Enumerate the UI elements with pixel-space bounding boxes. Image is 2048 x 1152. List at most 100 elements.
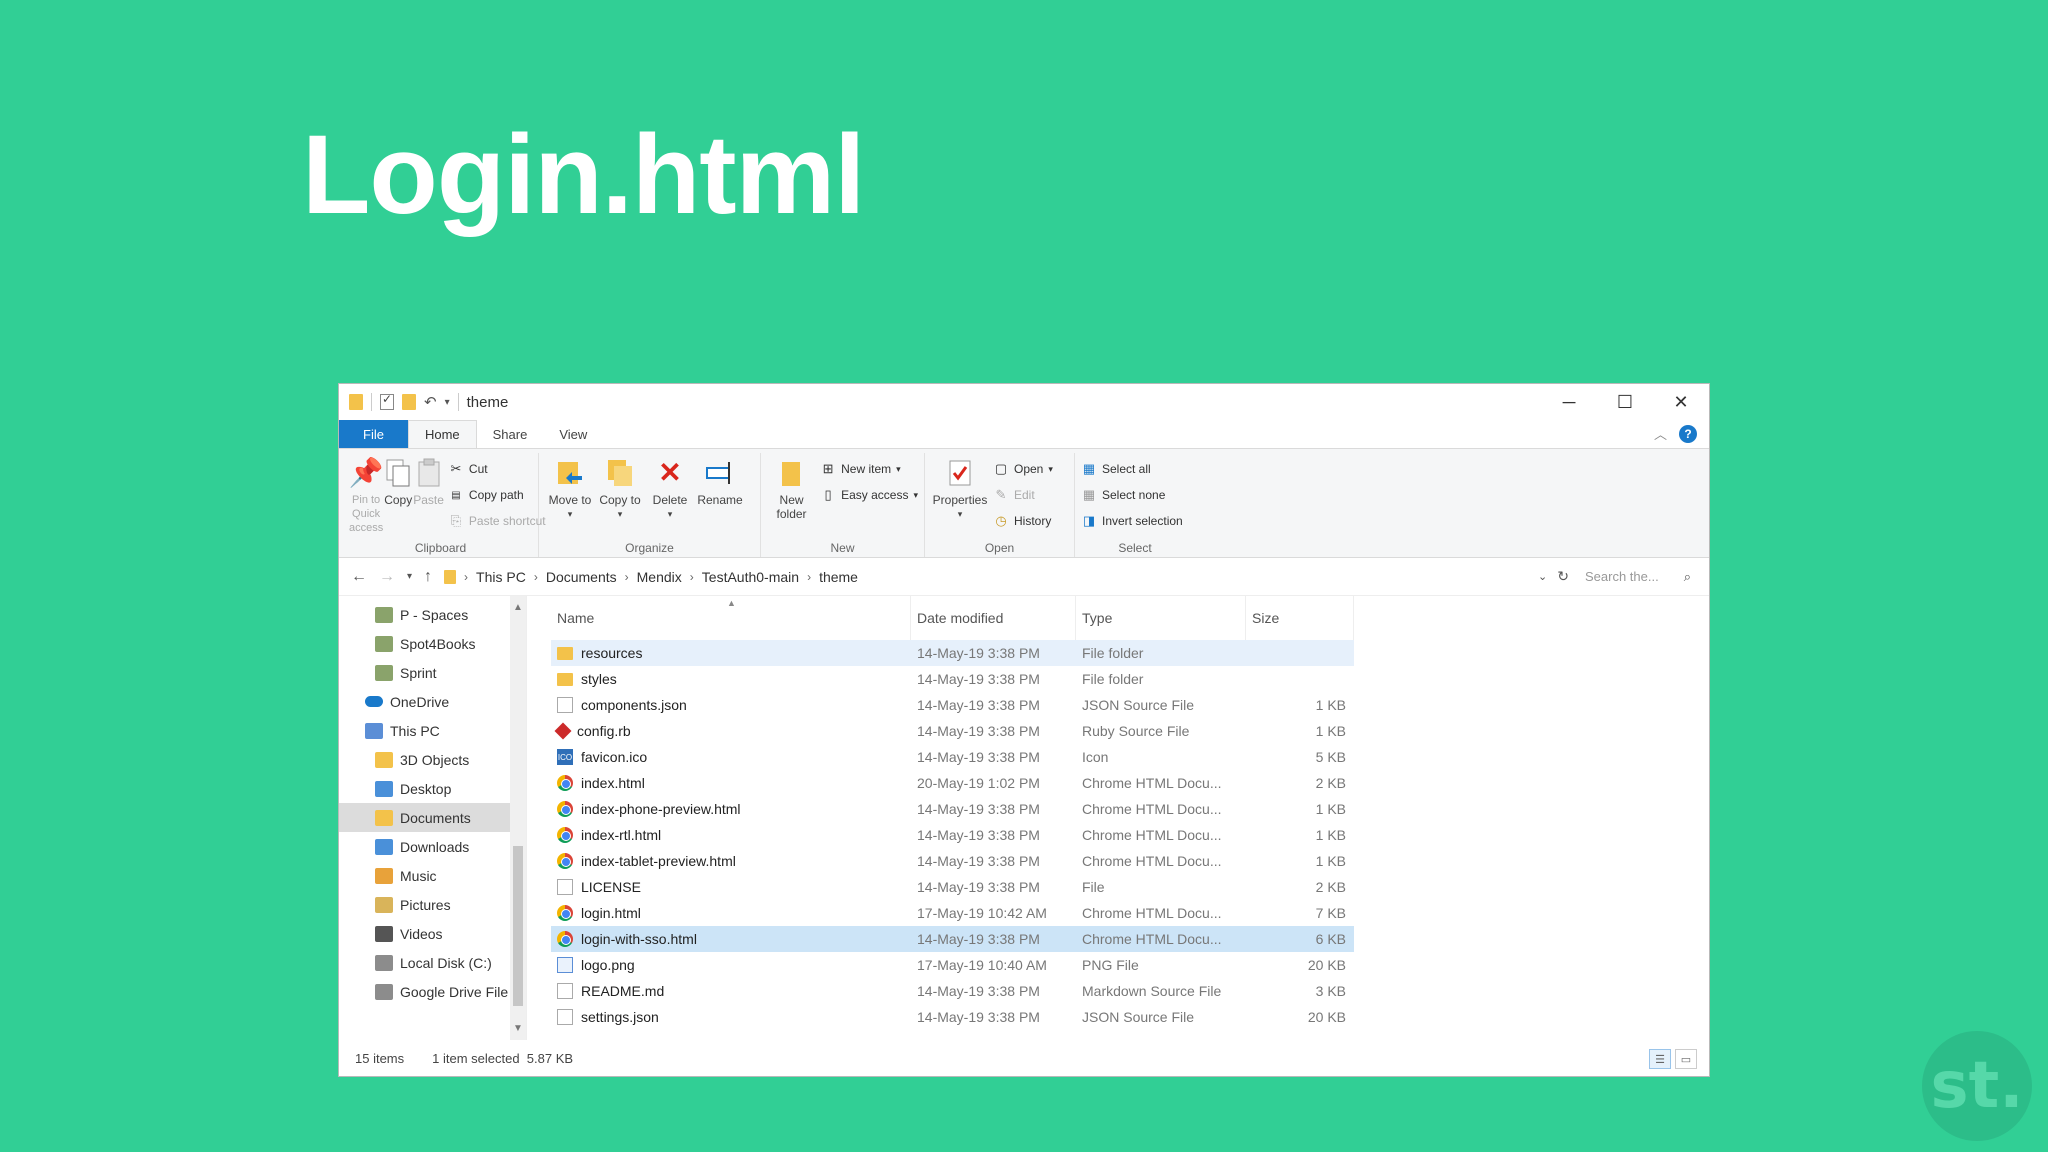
file-row[interactable]: styles 14-May-19 3:38 PM File folder xyxy=(551,666,1354,692)
refresh-icon[interactable]: ↻ xyxy=(1557,568,1569,585)
collapse-ribbon-icon[interactable]: ︿ xyxy=(1654,424,1667,443)
move-to-icon xyxy=(555,457,585,489)
copy-path-icon: ▤ xyxy=(451,489,461,501)
scroll-up-icon[interactable]: ▲ xyxy=(513,602,523,613)
nav-item-videos[interactable]: Videos xyxy=(339,919,526,948)
history-button[interactable]: ◷ History xyxy=(993,511,1053,531)
file-name: styles xyxy=(581,671,617,687)
file-row[interactable]: README.md 14-May-19 3:38 PM Markdown Sourc… xyxy=(551,978,1354,1004)
column-header-date[interactable]: Date modified xyxy=(911,596,1076,640)
file-row[interactable]: resources 14-May-19 3:38 PM File folder xyxy=(551,640,1354,666)
nav-item-p-spaces[interactable]: P - Spaces xyxy=(339,600,526,629)
minimize-button[interactable]: ─ xyxy=(1541,384,1597,420)
properties-quick-icon[interactable] xyxy=(380,392,394,410)
undo-icon[interactable]: ↶ xyxy=(424,393,437,411)
nav-item-google-drive-file[interactable]: Google Drive File xyxy=(339,977,526,1006)
cut-button[interactable]: ✂ Cut xyxy=(448,459,546,479)
file-row[interactable]: index-tablet-preview.html 14-May-19 3:38 … xyxy=(551,848,1354,874)
file-row[interactable]: login.html 17-May-19 10:42 AM Chrome HTML … xyxy=(551,900,1354,926)
nav-item-local-disk-c[interactable]: Local Disk (C:) xyxy=(339,948,526,977)
drive-icon xyxy=(375,983,393,1000)
maximize-button[interactable]: ☐ xyxy=(1597,384,1653,420)
column-header-size[interactable]: Size xyxy=(1246,596,1354,640)
file-row[interactable]: logo.png 17-May-19 10:40 AM PNG File 20 KB xyxy=(551,952,1354,978)
nav-item-documents[interactable]: Documents xyxy=(339,803,526,832)
paste-shortcut-button[interactable]: ⎘ Paste shortcut xyxy=(448,511,546,531)
tab-share[interactable]: Share xyxy=(477,420,544,448)
file-date: 14-May-19 3:38 PM xyxy=(917,801,1040,817)
file-name: LICENSE xyxy=(581,879,641,895)
file-date: 14-May-19 3:38 PM xyxy=(917,983,1040,999)
document-icon xyxy=(557,697,573,713)
file-size: 6 KB xyxy=(1315,931,1346,947)
new-item-icon: ⊞ xyxy=(822,461,834,476)
search-input[interactable]: Search the... ⌕ xyxy=(1579,564,1697,590)
back-arrow-icon[interactable]: ← xyxy=(351,568,367,586)
file-type: Chrome HTML Docu... xyxy=(1082,931,1222,947)
nav-scrollbar[interactable]: ▲ ▼ xyxy=(510,596,526,1040)
drive-icon xyxy=(375,954,393,971)
tab-file[interactable]: File xyxy=(339,420,408,448)
tab-view[interactable]: View xyxy=(543,420,603,448)
new-folder-quick-icon[interactable] xyxy=(402,394,416,410)
folder-icon xyxy=(375,809,393,826)
nav-item-3d-objects[interactable]: 3D Objects xyxy=(339,745,526,774)
column-header-type[interactable]: Type xyxy=(1076,596,1246,640)
file-row[interactable]: login-with-sso.html 14-May-19 3:38 PM Chro… xyxy=(551,926,1354,952)
new-item-button[interactable]: ⊞ New item ▾ xyxy=(820,459,918,479)
invert-selection-button[interactable]: ◨ Invert selection xyxy=(1081,511,1183,531)
file-date: 14-May-19 3:38 PM xyxy=(917,723,1040,739)
file-row[interactable]: index-phone-preview.html 14-May-19 3:38 P… xyxy=(551,796,1354,822)
nav-scrollbar-thumb[interactable] xyxy=(513,846,523,1006)
document-icon xyxy=(557,983,573,999)
details-view-button[interactable]: ☰ xyxy=(1649,1049,1671,1069)
nav-item-pictures[interactable]: Pictures xyxy=(339,890,526,919)
nav-item-spot4books[interactable]: Spot4Books xyxy=(339,629,526,658)
copy-path-button[interactable]: ▤ Copy path xyxy=(448,485,546,505)
breadcrumb[interactable]: › This PC › Documents › Mendix › TestAut… xyxy=(444,569,1526,585)
recent-locations-icon[interactable]: ▾ xyxy=(407,571,412,582)
forward-arrow-icon[interactable]: → xyxy=(379,568,395,586)
file-row[interactable]: components.json 14-May-19 3:38 PM JSON Sou… xyxy=(551,692,1354,718)
large-icons-view-button[interactable]: ▭ xyxy=(1675,1049,1697,1069)
open-icon: ▢ xyxy=(994,461,1008,476)
nav-item-sprint[interactable]: Sprint xyxy=(339,658,526,687)
open-button[interactable]: ▢ Open ▾ xyxy=(993,459,1053,479)
help-icon[interactable]: ? xyxy=(1679,424,1697,443)
crumb-theme[interactable]: theme xyxy=(819,569,858,585)
select-all-button[interactable]: ▦ Select all xyxy=(1081,459,1183,479)
crumb-testauth0-main[interactable]: TestAuth0-main xyxy=(702,569,799,585)
nav-item-desktop[interactable]: Desktop xyxy=(339,774,526,803)
file-row[interactable]: index-rtl.html 14-May-19 3:38 PM Chrome HT… xyxy=(551,822,1354,848)
file-row[interactable]: LICENSE 14-May-19 3:38 PM File 2 KB xyxy=(551,874,1354,900)
nav-item-this-pc[interactable]: This PC xyxy=(339,716,526,745)
crumb-this-pc[interactable]: This PC xyxy=(476,569,526,585)
file-date: 14-May-19 3:38 PM xyxy=(917,931,1040,947)
file-row[interactable]: config.rb 14-May-19 3:38 PM Ruby Source Fi… xyxy=(551,718,1354,744)
select-none-button[interactable]: ▦ Select none xyxy=(1081,485,1183,505)
edit-button[interactable]: ✎ Edit xyxy=(993,485,1053,505)
close-button[interactable]: ✕ xyxy=(1653,384,1709,420)
file-row[interactable]: index.html 20-May-19 1:02 PM Chrome HTML D… xyxy=(551,770,1354,796)
customize-quick-access-icon[interactable]: ▾ xyxy=(445,397,450,408)
nav-item-music[interactable]: Music xyxy=(339,861,526,890)
crumb-mendix[interactable]: Mendix xyxy=(637,569,682,585)
file-date: 17-May-19 10:42 AM xyxy=(917,905,1047,921)
organize-group: Move to ▾ Copy to ▾ ✕ Delete ▾ Rename Organ… xyxy=(539,453,761,557)
file-name: index.html xyxy=(581,775,645,791)
file-date: 17-May-19 10:40 AM xyxy=(917,957,1047,973)
easy-access-button[interactable]: ▯ Easy access ▾ xyxy=(820,485,918,505)
file-row[interactable]: ICO favicon.ico 14-May-19 3:38 PM Icon 5 KB xyxy=(551,744,1354,770)
file-type: File folder xyxy=(1082,645,1144,661)
scroll-down-icon[interactable]: ▼ xyxy=(513,1023,523,1034)
open-group: Properties ▾ ▢ Open ▾ ✎ Edit ◷ History Open xyxy=(925,453,1075,557)
ribbon: 📌 Pin to Quick access Copy Paste ✂ Cut ▤ C… xyxy=(339,448,1709,558)
nav-item-downloads[interactable]: Downloads xyxy=(339,832,526,861)
up-arrow-icon[interactable]: ↑ xyxy=(424,568,432,586)
invert-selection-icon: ◨ xyxy=(1082,513,1096,528)
address-dropdown-icon[interactable]: ⌄ xyxy=(1538,570,1547,583)
nav-item-onedrive[interactable]: OneDrive xyxy=(339,687,526,716)
tab-home[interactable]: Home xyxy=(407,420,477,448)
file-row[interactable]: settings.json 14-May-19 3:38 PM JSON Sourc… xyxy=(551,1004,1354,1030)
crumb-documents[interactable]: Documents xyxy=(546,569,617,585)
